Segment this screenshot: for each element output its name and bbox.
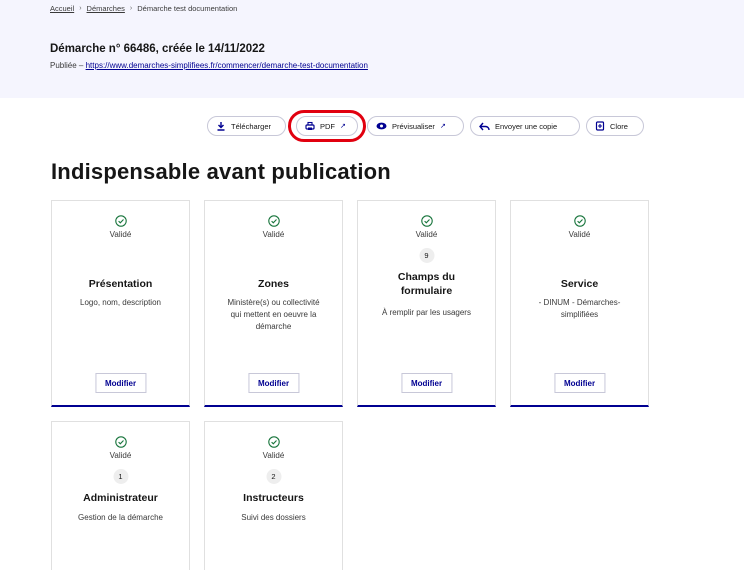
status-label: Validé [262,451,285,460]
modify-button[interactable]: Modifier [553,373,606,393]
card-form-fields: Validé 9 Champs du formulaire À remplir … [357,200,496,407]
count-badge: 2 [266,469,281,484]
eye-icon [376,122,387,130]
check-circle-icon [511,215,648,227]
card-description: - DINUM - Démarches-simplifiées [538,298,621,319]
chevron-right-icon: › [129,5,133,12]
download-button[interactable]: Télécharger [207,116,286,136]
pdf-highlight-annotation [288,110,366,142]
card-description: Suivi des dossiers [241,513,306,522]
send-copy-button[interactable]: Envoyer une copie [470,116,580,136]
check-circle-icon [52,436,189,448]
check-circle-icon [205,215,342,227]
check-circle-icon [358,215,495,227]
card-title: Zones [258,278,289,290]
public-url-link[interactable]: https://www.demarches-simplifiees.fr/com… [86,61,368,70]
card-description: Ministère(s) ou collectivité qui mettent… [227,298,320,331]
chevron-right-icon: › [79,5,82,12]
card-description: Logo, nom, description [80,298,161,307]
close-demarche-button[interactable]: Clore [586,116,644,136]
card-title: Service [560,278,599,290]
status-label: Validé [415,230,438,239]
card-title: Champs du formulaire [397,271,456,297]
archive-icon [595,121,605,131]
external-link-icon: ↗ [439,123,446,130]
card-administrator[interactable]: Validé 1 Administrateur Gestion de la dé… [51,421,190,570]
status-label: Validé [568,230,591,239]
modify-button[interactable]: Modifier [247,373,300,393]
download-label: Télécharger [231,121,272,131]
status-label: Validé [262,230,285,239]
status-label: Validé [109,230,132,239]
card-presentation: Validé Présentation Logo, nom, descripti… [51,200,190,407]
card-description: À remplir par les usagers [382,308,471,317]
preview-label: Prévisualiser [392,121,435,131]
modify-button[interactable]: Modifier [400,373,453,393]
card-description: Gestion de la démarche [78,513,163,522]
card-title: Instructeurs [243,492,304,504]
status-label: Validé [109,451,132,460]
breadcrumb-current: Démarche test documentation [137,4,238,13]
section-heading: Indispensable avant publication [51,159,391,184]
card-service: Validé Service - DINUM - Démarches-simpl… [510,200,649,407]
page-subtitle: Publiée – https://www.demarches-simplifi… [50,61,368,70]
check-circle-icon [52,215,189,227]
card-zones: Validé Zones Ministère(s) ou collectivit… [204,200,343,407]
preview-button[interactable]: Prévisualiser ↗ [367,116,464,136]
close-label: Clore [610,121,628,131]
send-copy-label: Envoyer une copie [495,121,558,131]
reply-icon [479,122,490,131]
modify-button[interactable]: Modifier [94,373,147,393]
check-circle-icon [205,436,342,448]
breadcrumb-home-link[interactable]: Accueil [50,4,74,13]
count-badge: 1 [113,469,128,484]
card-title: Administrateur [83,492,158,504]
breadcrumb-demarches-link[interactable]: Démarches [87,4,125,13]
publication-status: Publiée – [50,61,86,70]
download-icon [216,121,226,131]
page-title: Démarche n° 66486, créée le 14/11/2022 [50,43,265,55]
count-badge: 9 [419,248,434,263]
card-instructors[interactable]: Validé 2 Instructeurs Suivi des dossiers [204,421,343,570]
card-title: Présentation [88,278,153,290]
breadcrumb: Accueil › Démarches › Démarche test docu… [50,4,237,13]
